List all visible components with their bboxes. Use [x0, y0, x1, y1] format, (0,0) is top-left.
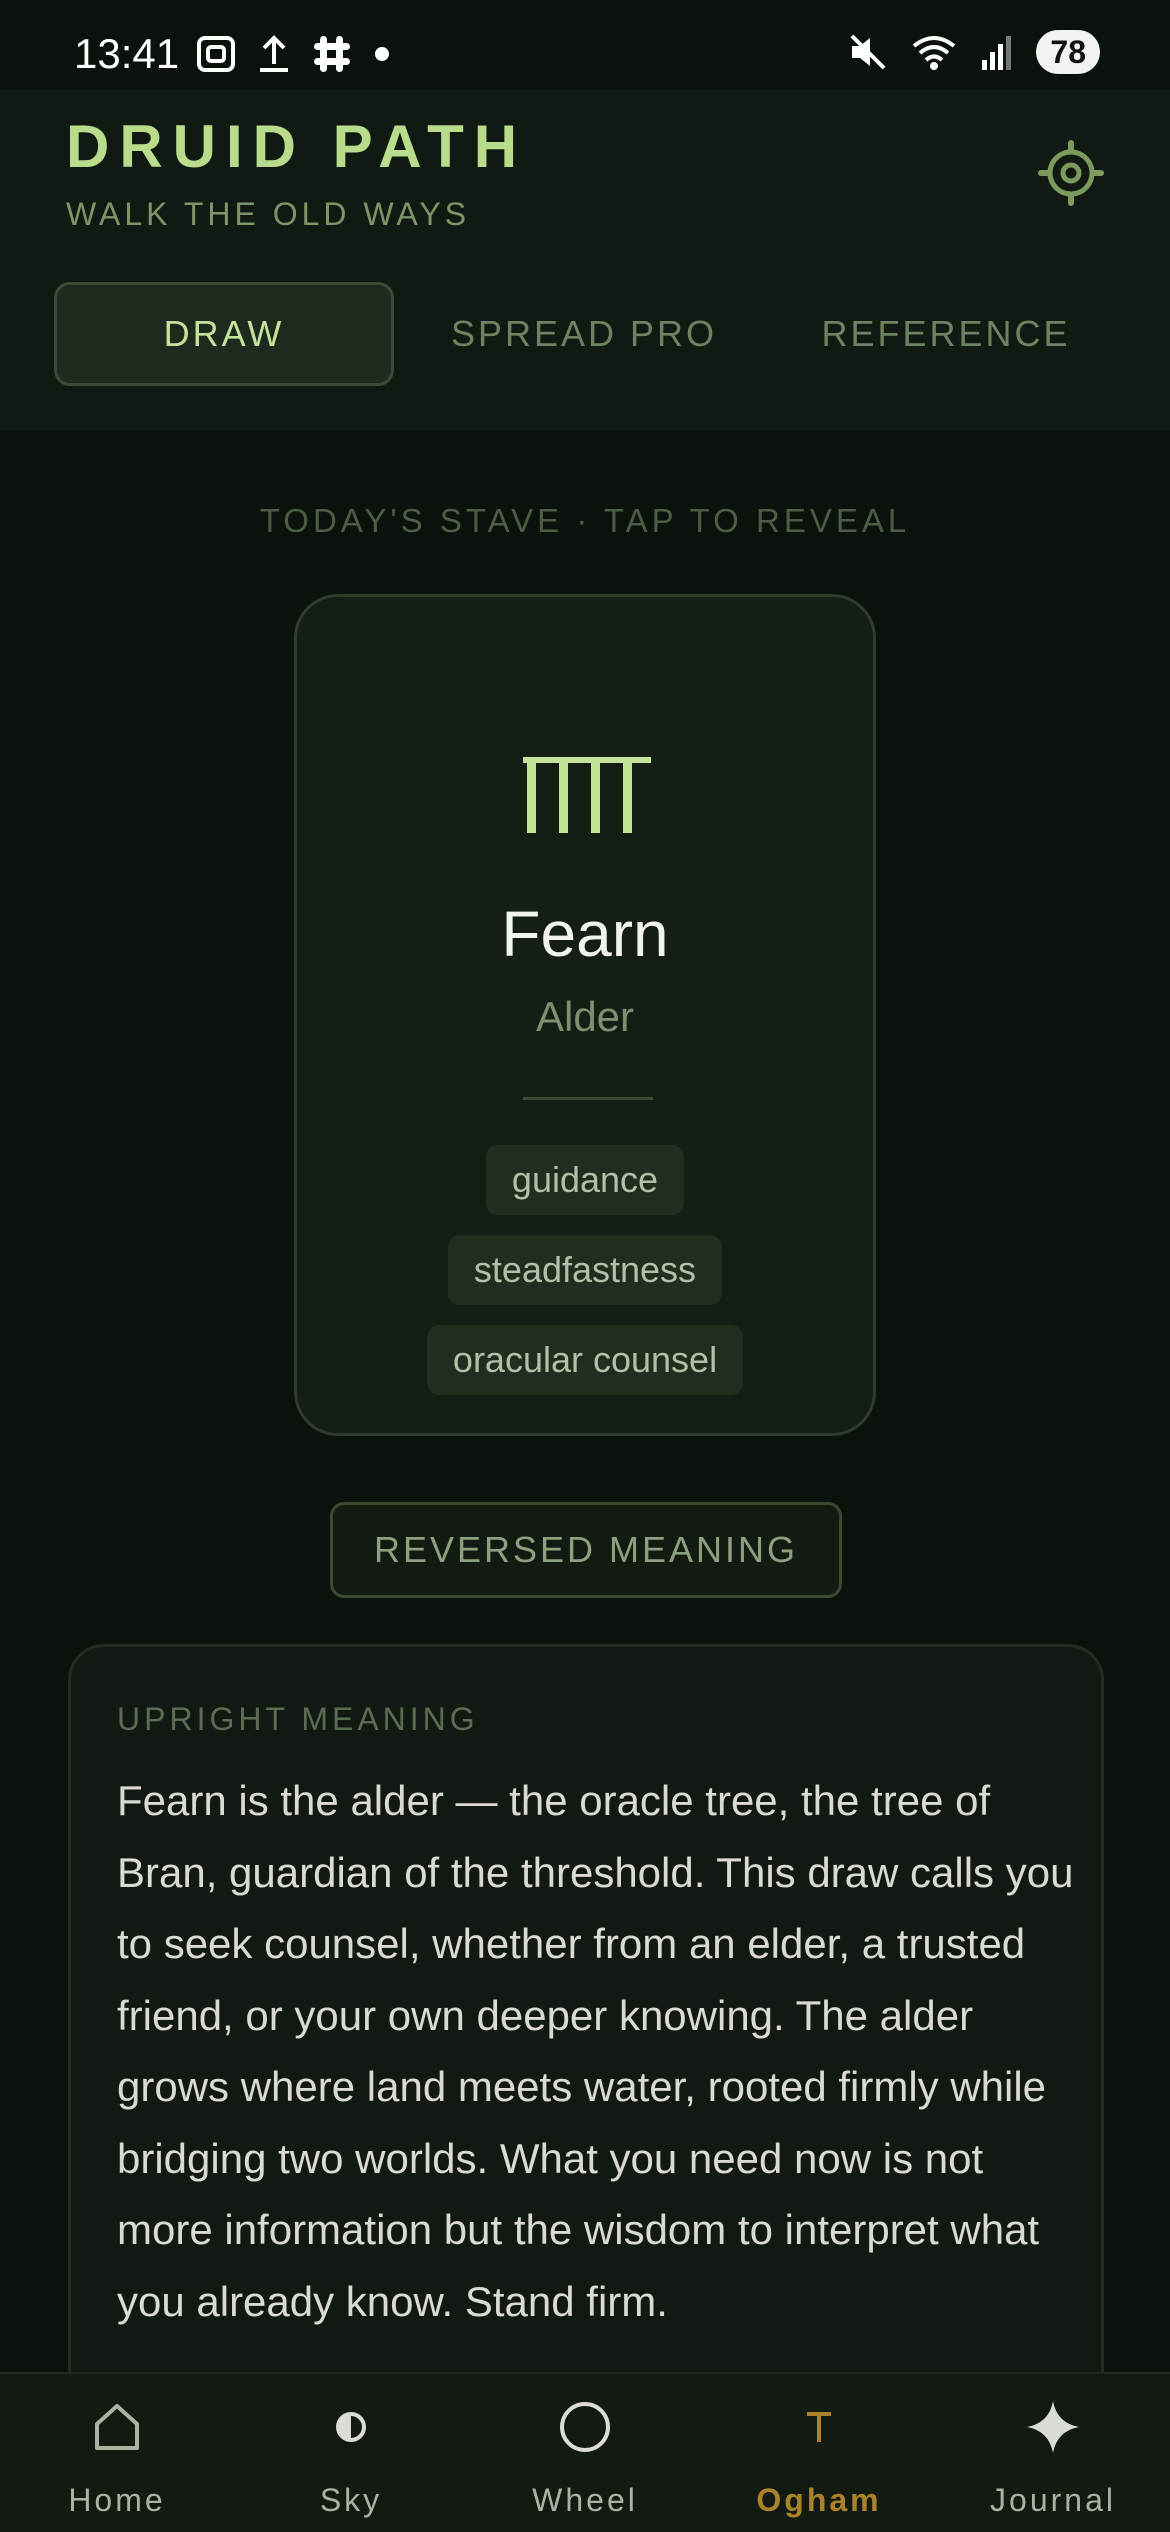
- app-title: DRUID PATH: [66, 113, 528, 180]
- signal-icon: [982, 36, 1012, 70]
- home-icon: [82, 2392, 152, 2462]
- bottom-nav: Home Sky Wheel Ogham Journal: [0, 2372, 1170, 2532]
- gear-icon: [1038, 140, 1104, 206]
- nav-ogham[interactable]: Ogham: [702, 2374, 936, 2532]
- ogham-fearn-icon: [523, 757, 651, 833]
- upright-meaning-text: Fearn is the alder — the oracle tree, th…: [117, 1777, 1074, 2325]
- draw-content[interactable]: TODAY'S STAVE · TAP TO REVEAL Fearn Alde…: [0, 430, 1170, 2372]
- nav-label: Journal: [990, 2482, 1116, 2518]
- keyword-tag: oracular counsel: [426, 1325, 744, 1395]
- status-time: 13:41: [74, 30, 180, 77]
- tab-reference[interactable]: REFERENCE: [776, 282, 1116, 386]
- tab-draw[interactable]: DRAW: [54, 282, 394, 386]
- stave-tree: Alder: [535, 993, 635, 1040]
- app-subtitle: WALK THE OLD WAYS: [66, 196, 471, 232]
- circle-icon: [550, 2392, 620, 2462]
- status-system-icons: 78: [848, 30, 1100, 74]
- mute-icon: [850, 34, 886, 70]
- battery-indicator: 78: [1036, 30, 1100, 74]
- status-bar: 13:41 78: [0, 0, 1170, 90]
- keyword-tag: guidance: [485, 1145, 685, 1215]
- keyword-tag: steadfastness: [447, 1235, 723, 1305]
- upright-meaning-label: UPRIGHT MEANING: [117, 1701, 479, 1737]
- nav-wheel[interactable]: Wheel: [468, 2374, 702, 2532]
- moon-phase-icon: [316, 2392, 386, 2462]
- nav-label: Wheel: [532, 2482, 638, 2518]
- dot-icon: [375, 47, 389, 61]
- keyword-list: guidance steadfastness oracular counsel: [297, 1145, 873, 1395]
- nav-journal[interactable]: Journal: [936, 2374, 1170, 2532]
- tab-bar: DRAW SPREAD PRO REFERENCE: [54, 282, 1116, 386]
- sparkle-icon: [1018, 2392, 1088, 2462]
- tab-spread-pro[interactable]: SPREAD PRO: [424, 282, 744, 386]
- screenshot-icon: [197, 36, 235, 72]
- app-header: DRUID PATH WALK THE OLD WAYS DRAW SPREAD…: [0, 90, 1170, 430]
- status-notification-icons: [196, 34, 390, 74]
- card-divider: [523, 1097, 653, 1100]
- nav-home[interactable]: Home: [0, 2374, 234, 2532]
- upload-icon: [260, 35, 288, 72]
- nav-label: Home: [68, 2482, 166, 2518]
- ogham-icon: [784, 2392, 854, 2462]
- upright-meaning-card: UPRIGHT MEANING Fearn is the alder — the…: [68, 1644, 1104, 2372]
- stave-card[interactable]: Fearn Alder guidance steadfastness oracu…: [294, 594, 876, 1436]
- nav-sky[interactable]: Sky: [234, 2374, 468, 2532]
- stave-name: Fearn: [501, 898, 669, 970]
- reversed-meaning-button[interactable]: REVERSED MEANING: [330, 1502, 842, 1598]
- settings-button[interactable]: [1038, 140, 1104, 206]
- slack-icon: [314, 36, 350, 72]
- today-stave-label: TODAY'S STAVE · TAP TO REVEAL: [259, 502, 911, 539]
- nav-label: Ogham: [756, 2482, 882, 2518]
- wifi-icon: [913, 36, 956, 70]
- nav-label: Sky: [319, 2482, 383, 2518]
